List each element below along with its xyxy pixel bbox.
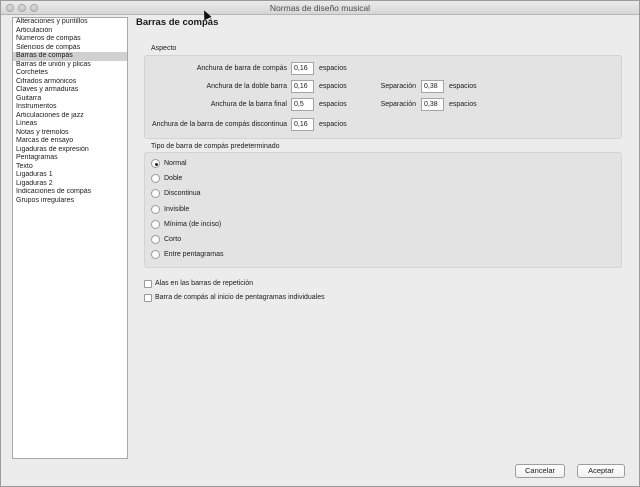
sidebar-item-grupos-irregulares[interactable]: Grupos irregulares (13, 197, 127, 206)
barline-width-unit: espacios (319, 65, 347, 72)
double-barline-width-label: Anchura de la doble barra (206, 83, 287, 90)
radio-button[interactable] (151, 235, 160, 244)
double-barline-separation-unit: espacios (449, 83, 477, 90)
dashed-barline-width-unit: espacios (319, 121, 347, 128)
checkbox[interactable] (144, 294, 152, 302)
sidebar-item-articulaciones-jazz[interactable]: Articulaciones de jazz (13, 112, 127, 121)
preferences-window: Normas de diseño musical Alteraciones y … (0, 0, 640, 487)
accept-button[interactable]: Aceptar (577, 464, 625, 478)
sidebar-item-lineas[interactable]: Líneas (13, 120, 127, 129)
check-barra-inicio-pentagramas-label: Barra de compás al inicio de pentagramas… (155, 294, 325, 301)
aspecto-group-label: Aspecto (151, 45, 177, 52)
dashed-barline-width-field[interactable]: 0,16 (291, 118, 314, 131)
final-barline-width-field[interactable]: 0,5 (291, 98, 314, 111)
sidebar-item-corchetes[interactable]: Corchetes (13, 69, 127, 78)
radio-button[interactable] (151, 220, 160, 229)
sidebar-item-notas-tremolos[interactable]: Notas y trémolos (13, 129, 127, 138)
final-barline-separation-unit: espacios (449, 101, 477, 108)
radio-button[interactable] (151, 189, 160, 198)
cancel-button[interactable]: Cancelar (515, 464, 565, 478)
title-bar: Normas de diseño musical (1, 1, 639, 15)
double-barline-width-field[interactable]: 0,16 (291, 80, 314, 93)
sidebar-item-indicaciones-compas[interactable]: Indicaciones de compás (13, 188, 127, 197)
sidebar-item-numeros-compas[interactable]: Números de compás (13, 35, 127, 44)
sidebar-item-texto[interactable]: Texto (13, 163, 127, 172)
radio-button[interactable] (151, 205, 160, 214)
final-barline-separation-field[interactable]: 0,38 (421, 98, 444, 111)
sidebar-item-ligaduras-2[interactable]: Ligaduras 2 (13, 180, 127, 189)
check-alas-repeticion-label: Alas en las barras de repetición (155, 280, 254, 287)
sidebar-item-silencios-compas[interactable]: Silencios de compás (13, 44, 127, 53)
page-title: Barras de compás (136, 17, 219, 28)
sidebar-item-alteraciones[interactable]: Alteraciones y puntillos (13, 18, 127, 27)
radio-discontinua-label: Discontinua (164, 190, 201, 197)
final-barline-width-label: Anchura de la barra final (210, 101, 287, 108)
double-barline-width-unit: espacios (319, 83, 347, 90)
sidebar-item-barras-compas[interactable]: Barras de compás (13, 52, 127, 61)
category-list[interactable]: Alteraciones y puntillos Articulación Nú… (12, 17, 128, 459)
double-barline-separation-label: Separación (380, 83, 416, 90)
double-barline-separation-field[interactable]: 0,38 (421, 80, 444, 93)
radio-invisible-label: Invisible (164, 206, 190, 213)
sidebar-item-claves[interactable]: Claves y armaduras (13, 86, 127, 95)
barline-width-field[interactable]: 0,16 (291, 62, 314, 75)
sidebar-item-barras-union[interactable]: Barras de unión y plicas (13, 61, 127, 70)
sidebar-item-articulacion[interactable]: Articulación (13, 27, 127, 36)
radio-minima-label: Mínima (de inciso) (164, 221, 222, 228)
sidebar-item-guitarra[interactable]: Guitarra (13, 95, 127, 104)
radio-corto-label: Corto (164, 236, 182, 243)
dashed-barline-width-label: Anchura de la barra de compás discontinu… (151, 121, 287, 128)
sidebar-item-instrumentos[interactable]: Instrumentos (13, 103, 127, 112)
radio-button-selected[interactable] (151, 159, 160, 168)
radio-button[interactable] (151, 174, 160, 183)
sidebar-item-marcas-ensayo[interactable]: Marcas de ensayo (13, 137, 127, 146)
barline-type-group-label: Tipo de barra de compás predeterminado (151, 143, 280, 150)
barline-width-label: Anchura de barra de compás (196, 65, 287, 72)
sidebar-item-pentagramas[interactable]: Pentagramas (13, 154, 127, 163)
radio-doble-label: Doble (164, 175, 183, 182)
radio-entre-pentagramas-label: Entre pentagramas (164, 251, 224, 258)
sidebar-item-ligaduras-1[interactable]: Ligaduras 1 (13, 171, 127, 180)
checkbox[interactable] (144, 280, 152, 288)
radio-normal-label: Normal (164, 160, 187, 167)
final-barline-width-unit: espacios (319, 101, 347, 108)
sidebar-item-cifrados[interactable]: Cifrados armónicos (13, 78, 127, 87)
final-barline-separation-label: Separación (380, 101, 416, 108)
sidebar-item-ligaduras-expresion[interactable]: Ligaduras de expresión (13, 146, 127, 155)
radio-button[interactable] (151, 250, 160, 259)
window-title: Normas de diseño musical (269, 3, 371, 13)
